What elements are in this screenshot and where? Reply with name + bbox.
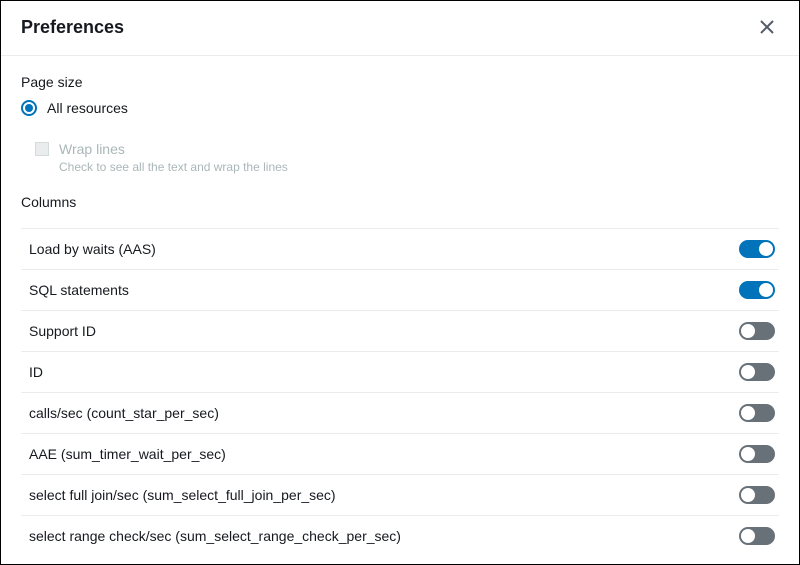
toggle-knob-icon [741, 447, 755, 461]
columns-section-label: Columns [21, 194, 779, 210]
modal-body: Page size All resources Wrap lines Check… [1, 56, 799, 564]
column-row: Load by waits (AAS) [21, 229, 779, 270]
column-row: calls/sec (count_star_per_sec) [21, 393, 779, 434]
column-row: select range check/sec (sum_select_range… [21, 516, 779, 556]
column-toggle[interactable] [739, 486, 775, 504]
column-label: Load by waits (AAS) [29, 241, 156, 257]
wrap-lines-checkbox: Wrap lines Check to see all the text and… [35, 140, 779, 174]
modal-header: Preferences [1, 1, 799, 56]
preferences-modal: Preferences Page size All resources Wrap… [0, 0, 800, 565]
column-label: AAE (sum_timer_wait_per_sec) [29, 446, 226, 462]
column-row: Support ID [21, 311, 779, 352]
modal-title: Preferences [21, 17, 124, 38]
toggle-knob-icon [759, 283, 773, 297]
wrap-lines-label: Wrap lines [59, 140, 288, 158]
wrap-lines-description: Check to see all the text and wrap the l… [59, 160, 288, 174]
toggle-knob-icon [741, 406, 755, 420]
toggle-knob-icon [741, 488, 755, 502]
column-toggle[interactable] [739, 445, 775, 463]
column-toggle[interactable] [739, 322, 775, 340]
toggle-knob-icon [759, 242, 773, 256]
columns-list: Load by waits (AAS) SQL statements Support… [21, 228, 779, 556]
column-toggle[interactable] [739, 404, 775, 422]
close-icon [759, 19, 775, 35]
column-row: AAE (sum_timer_wait_per_sec) [21, 434, 779, 475]
toggle-knob-icon [741, 324, 755, 338]
column-toggle[interactable] [739, 240, 775, 258]
column-toggle[interactable] [739, 281, 775, 299]
column-label: Support ID [29, 323, 96, 339]
column-label: ID [29, 364, 43, 380]
wrap-lines-text: Wrap lines Check to see all the text and… [59, 140, 288, 174]
column-label: SQL statements [29, 282, 129, 298]
column-row: select full join/sec (sum_select_full_jo… [21, 475, 779, 516]
column-label: select full join/sec (sum_select_full_jo… [29, 487, 336, 503]
close-button[interactable] [755, 15, 779, 39]
checkbox-icon [35, 142, 49, 156]
column-row: SQL statements [21, 270, 779, 311]
column-toggle[interactable] [739, 527, 775, 545]
toggle-knob-icon [741, 529, 755, 543]
toggle-knob-icon [741, 365, 755, 379]
column-row: ID [21, 352, 779, 393]
page-size-radio-all-resources[interactable]: All resources [21, 100, 779, 116]
radio-icon [21, 100, 37, 116]
column-label: select range check/sec (sum_select_range… [29, 528, 401, 544]
radio-label: All resources [47, 100, 128, 116]
page-size-label: Page size [21, 74, 779, 90]
column-label: calls/sec (count_star_per_sec) [29, 405, 219, 421]
column-toggle[interactable] [739, 363, 775, 381]
